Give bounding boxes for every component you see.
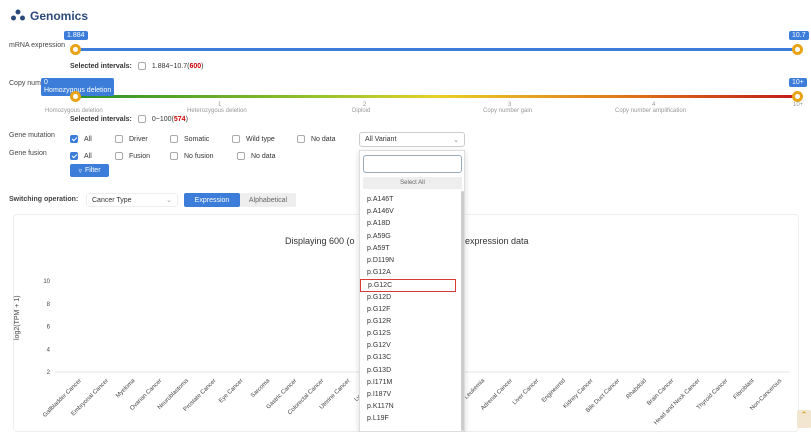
variant-option[interactable]: p.G12S bbox=[360, 328, 460, 340]
variant-option[interactable]: p.A146V bbox=[360, 206, 460, 218]
variant-option[interactable]: p.D119N bbox=[360, 255, 460, 267]
y-tick-label: 8 bbox=[47, 302, 51, 308]
variant-option[interactable]: p.I171M bbox=[360, 377, 460, 389]
variant-search-input[interactable] bbox=[363, 155, 462, 173]
variant-option[interactable]: p.G12V bbox=[360, 340, 460, 352]
variant-option[interactable]: p.G12D bbox=[360, 292, 460, 304]
variant-option[interactable]: p.K117N bbox=[360, 401, 460, 413]
y-tick-label: 4 bbox=[47, 347, 51, 353]
variant-option[interactable]: p.G13C bbox=[360, 352, 460, 364]
variant-option[interactable]: p.A18D bbox=[360, 218, 460, 230]
variant-option[interactable]: p.G13D bbox=[360, 365, 460, 377]
variant-option[interactable]: p.G12A bbox=[360, 267, 460, 279]
y-tick-label: 6 bbox=[47, 325, 51, 331]
variant-option[interactable]: p.G12R bbox=[360, 316, 460, 328]
variant-option[interactable]: p.A146T bbox=[360, 194, 460, 206]
y-tick-label: 2 bbox=[47, 370, 51, 376]
variant-option[interactable]: p.A59T bbox=[360, 243, 460, 255]
variant-dropdown: Select All p.A146T p.A146V p.A18D p.A59G p.A… bbox=[359, 150, 465, 432]
variant-option[interactable]: p.I187V bbox=[360, 389, 460, 401]
y-tick-label: 10 bbox=[43, 279, 50, 285]
variant-option[interactable]: p.A59G bbox=[360, 231, 460, 243]
back-to-top-button[interactable]: ⌃ bbox=[797, 410, 811, 428]
variant-option[interactable]: p.G12C bbox=[360, 279, 456, 292]
dropdown-scrollbar[interactable] bbox=[461, 191, 464, 431]
variant-option[interactable]: p.L19F bbox=[360, 413, 460, 425]
select-all-button[interactable]: Select All bbox=[363, 177, 462, 189]
variant-option[interactable]: p.G12F bbox=[360, 304, 460, 316]
